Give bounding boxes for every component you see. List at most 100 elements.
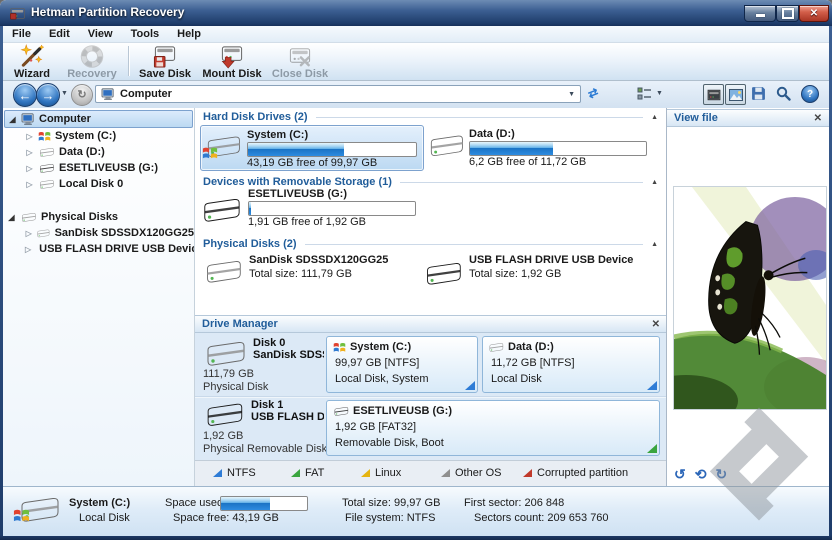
mount-disk-button-label: Mount Disk (202, 68, 261, 80)
collapse-chevron-icon[interactable]: ▲ (651, 114, 658, 121)
usb-disk-icon (38, 163, 55, 174)
disk-row-0: Disk 0 SanDisk SDSSDX120GG25 111,79 GB P… (195, 333, 667, 397)
drive-tile-system-c[interactable]: System (C:) 43,19 GB free of 99,97 GB (200, 125, 424, 171)
menu-bar: File Edit View Tools Help (3, 26, 829, 43)
windows-flag-icon (202, 145, 218, 160)
collapse-chevron-icon[interactable]: ▲ (651, 241, 658, 248)
tree-item-usb-flash-drive[interactable]: ▷ USB FLASH DRIVE USB Device (3, 241, 194, 257)
maximize-icon (782, 8, 794, 19)
close-icon: ✕ (810, 8, 818, 19)
save-icon[interactable] (751, 86, 766, 101)
disk-row-1: Disk 1 USB FLASH DRIVE USB Device 1,92 G… (195, 397, 667, 460)
free-space-text: 1,91 GB free of 1,92 GB (248, 216, 366, 228)
disk-type: Physical Removable Disk (203, 443, 327, 455)
address-bar[interactable]: Computer ▼ (95, 85, 581, 103)
view-options-dropdown-icon[interactable]: ▼ (656, 90, 663, 97)
address-dropdown-icon[interactable]: ▼ (568, 91, 575, 98)
file-preview-image (673, 186, 827, 410)
menu-item-file[interactable]: File (3, 27, 40, 41)
expander-closed-icon[interactable]: ▷ (25, 245, 31, 254)
tree-item-system-c[interactable]: ▷ System (C:) (3, 128, 194, 144)
menu-item-help[interactable]: Help (168, 27, 210, 41)
preview-image-toggle-button[interactable] (725, 84, 746, 105)
recovery-button[interactable]: Recovery (59, 43, 125, 80)
expander-closed-icon[interactable]: ▷ (25, 148, 34, 157)
search-icon[interactable] (776, 86, 791, 101)
disk-icon (203, 258, 243, 286)
total-size-text: Total size: 99,97 GB (342, 497, 440, 509)
help-button[interactable]: ? (801, 85, 819, 103)
space-used-label: Space used: (165, 497, 226, 509)
rotate-right-icon[interactable]: ↻ (715, 467, 727, 481)
tree-item-sandisk[interactable]: ▷ SanDisk SDSSDX120GG25 (3, 225, 194, 241)
refresh-icon[interactable]: ⇄ (586, 85, 601, 102)
minimize-icon (756, 14, 765, 17)
disk-thumbnail-icon (707, 89, 721, 101)
filesystem-corner-ntfs (647, 381, 657, 390)
linux-triangle-icon (361, 469, 370, 477)
disk-model: SanDisk SDSSDX120GG25 (253, 349, 324, 361)
expander-closed-icon[interactable]: ▷ (25, 132, 34, 141)
disk-icon (203, 339, 247, 369)
save-disk-icon (152, 44, 178, 69)
rotate-left-icon[interactable]: ↺ (674, 467, 686, 481)
legend-label: FAT (305, 467, 324, 479)
back-button[interactable]: ← (13, 83, 37, 107)
rotate-ccw-icon[interactable]: ⟲ (695, 467, 707, 481)
tree-item-local-disk-0[interactable]: ▷ Local Disk 0 (3, 176, 194, 192)
expander-closed-icon[interactable]: ▷ (25, 180, 34, 189)
drive-manager-header: Drive Manager ✕ (195, 315, 667, 333)
drive-tile-esetliveusb-g[interactable]: ESETLIVEUSB (G:) 1,91 GB free of 1,92 GB (198, 188, 422, 236)
section-divider (400, 182, 643, 183)
title-bar: Hetman Partition Recovery ✕ (0, 0, 832, 26)
drive-tile-sandisk[interactable]: SanDisk SDSSDX120GG25 Total size: 111,79… (195, 252, 423, 292)
history-dropdown-icon[interactable]: ▼ (61, 90, 68, 97)
wizard-button[interactable]: Wizard (5, 43, 59, 80)
partition-tile-esetliveusb-g[interactable]: ESETLIVEUSB (G:) 1,92 GB [FAT32] Removab… (326, 400, 660, 456)
menu-item-tools[interactable]: Tools (122, 27, 169, 41)
expander-closed-icon[interactable]: ▷ (25, 164, 34, 173)
save-disk-button[interactable]: Save Disk (133, 43, 197, 80)
view-file-panel: View file ✕ (666, 108, 829, 486)
close-panel-icon[interactable]: ✕ (652, 319, 660, 330)
menu-item-view[interactable]: View (79, 27, 122, 41)
save-disk-button-label: Save Disk (139, 68, 191, 80)
tree-item-data-d[interactable]: ▷ Data (D:) (3, 144, 194, 160)
usb-disk-icon (200, 196, 242, 225)
collapse-chevron-icon[interactable]: ▲ (651, 179, 658, 186)
forward-button[interactable]: → (36, 83, 60, 107)
expander-open-icon[interactable]: ◢ (7, 213, 16, 222)
drive-tile-data-d[interactable]: Data (D:) 6,2 GB free of 11,72 GB (427, 125, 659, 169)
mount-disk-button[interactable]: Mount Disk (197, 43, 267, 80)
menu-item-edit[interactable]: Edit (40, 27, 79, 41)
partition-tile-system-c[interactable]: System (C:) 99,97 GB [NTFS] Local Disk, … (326, 336, 478, 393)
expander-closed-icon[interactable]: ▷ (25, 229, 32, 238)
partition-tile-data-d[interactable]: Data (D:) 11,72 GB [NTFS] Local Disk (482, 336, 660, 393)
minimize-button[interactable] (744, 5, 776, 22)
section-divider (316, 117, 644, 118)
partition-name: System (C:) (350, 341, 411, 353)
recovery-button-label: Recovery (67, 68, 117, 80)
status-drive-type: Local Disk (79, 512, 130, 524)
drive-tile-usb-flash[interactable]: USB FLASH DRIVE USB Device Total size: 1… (423, 252, 667, 292)
tree-item-computer[interactable]: ◢ Computer (4, 110, 193, 128)
tree-item-esetliveusb-g[interactable]: ▷ ESETLIVEUSB (G:) (3, 160, 194, 176)
close-panel-icon[interactable]: ✕ (814, 113, 822, 124)
section-hard-disk-drives: Hard Disk Drives (2) ▲ (203, 111, 658, 123)
refresh-button-disabled[interactable]: ↻ (71, 84, 93, 106)
close-disk-button[interactable]: Close Disk (267, 43, 333, 80)
legend-label: Other OS (455, 467, 501, 479)
panel-title: View file (674, 112, 814, 124)
tree-item-physical-disks[interactable]: ◢ Physical Disks (3, 209, 194, 225)
maximize-button[interactable] (776, 5, 799, 22)
section-title: Hard Disk Drives (2) (203, 111, 308, 123)
expander-open-icon[interactable]: ◢ (8, 115, 17, 124)
drive-list-panel: Hard Disk Drives (2) ▲ System (C:) 43,19… (194, 108, 666, 486)
section-title: Devices with Removable Storage (1) (203, 176, 392, 188)
capacity-bar (469, 141, 647, 156)
preview-disk-toggle-button[interactable] (703, 84, 724, 105)
close-button[interactable]: ✕ (799, 5, 829, 22)
view-options-icon[interactable] (637, 87, 652, 101)
tree-item-label: Data (D:) (59, 146, 105, 158)
drive-name: ESETLIVEUSB (G:) (248, 188, 347, 200)
